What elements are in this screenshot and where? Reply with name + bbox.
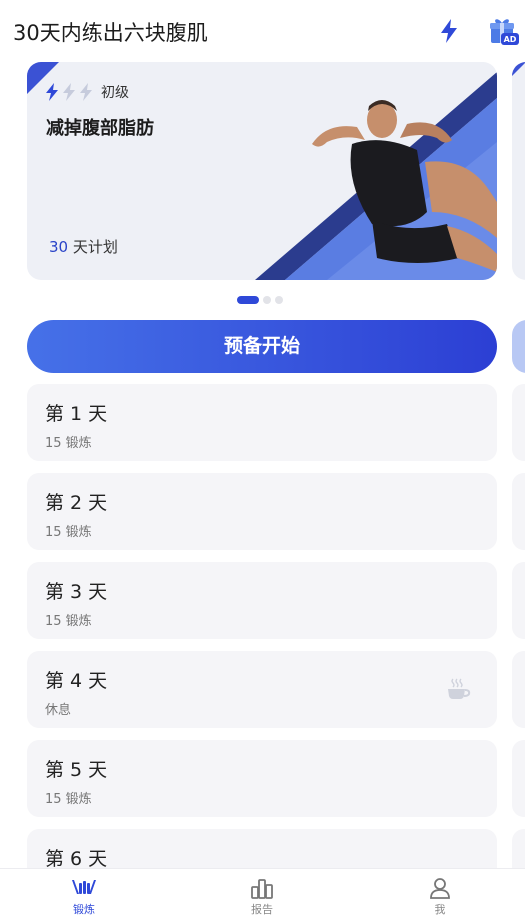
- day-title: 第 4 天: [45, 670, 108, 692]
- carousel-pagination: [237, 296, 283, 304]
- tab-workout[interactable]: 锻炼: [54, 877, 114, 917]
- page-title: 30天内练出六块腹肌: [13, 21, 208, 45]
- day-item[interactable]: 第 5 天 15 锻炼: [27, 740, 497, 817]
- day-title: 第 6 天: [45, 848, 108, 870]
- lightning-icon[interactable]: [437, 18, 461, 44]
- day-title: 第 3 天: [45, 581, 108, 603]
- tab-label: 报告: [251, 903, 273, 916]
- level-bolt-icon: [46, 83, 58, 101]
- pagination-dot-active: [237, 296, 259, 304]
- level-label: 初级: [101, 85, 129, 101]
- next-card-art: [512, 62, 525, 76]
- day-item[interactable]: 第 2 天 15 锻炼: [27, 473, 497, 550]
- tab-label: 锻炼: [73, 903, 95, 916]
- day-title: 第 2 天: [45, 492, 108, 514]
- workout-icon: [72, 880, 96, 894]
- day-item-peek: [512, 473, 525, 550]
- day-title: 第 1 天: [45, 403, 108, 425]
- day-item-peek: [512, 562, 525, 639]
- tab-profile[interactable]: 我: [410, 877, 470, 917]
- day-item[interactable]: 第 4 天 休息: [27, 651, 497, 728]
- bottom-tab-bar: 锻炼 报告 我: [0, 868, 525, 920]
- plan-days-suffix: 天计划: [68, 238, 118, 256]
- next-plan-card-peek[interactable]: [512, 62, 525, 280]
- day-item[interactable]: 第 3 天 15 锻炼: [27, 562, 497, 639]
- coffee-cup-icon: [448, 678, 471, 699]
- day-item-peek: [512, 651, 525, 728]
- ad-badge: AD: [504, 35, 517, 44]
- day-subtitle: 15 锻炼: [45, 525, 92, 540]
- profile-icon: [430, 878, 450, 899]
- plan-duration: 30 天计划: [49, 236, 118, 257]
- day-subtitle: 休息: [45, 703, 72, 718]
- tab-label: 我: [434, 903, 446, 916]
- difficulty-level: 初级: [44, 82, 129, 102]
- day-item-peek: [512, 740, 525, 817]
- day-title: 第 5 天: [45, 759, 108, 781]
- report-icon: [251, 879, 273, 899]
- day-subtitle: 15 锻炼: [45, 436, 92, 451]
- day-subtitle: 15 锻炼: [45, 792, 92, 807]
- plan-days-number: 30: [49, 238, 69, 256]
- start-button[interactable]: 预备开始: [27, 320, 497, 373]
- next-start-button-peek[interactable]: [512, 320, 525, 373]
- plan-card[interactable]: 初级 减掉腹部脂肪 30 天计划: [27, 62, 497, 280]
- tab-report[interactable]: 报告: [232, 877, 292, 917]
- plan-carousel[interactable]: 初级 减掉腹部脂肪 30 天计划: [27, 62, 497, 280]
- day-item[interactable]: 第 1 天 15 锻炼: [27, 384, 497, 461]
- app-header: 30天内练出六块腹肌 AD: [0, 0, 525, 62]
- ad-gift-icon[interactable]: AD: [487, 16, 519, 46]
- pagination-dot: [275, 296, 283, 304]
- day-item-peek: [512, 384, 525, 461]
- pagination-dot: [263, 296, 271, 304]
- plan-title: 减掉腹部脂肪: [46, 118, 154, 139]
- level-bolt-icon: [80, 83, 92, 101]
- level-bolt-icon: [63, 83, 75, 101]
- day-subtitle: 15 锻炼: [45, 614, 92, 629]
